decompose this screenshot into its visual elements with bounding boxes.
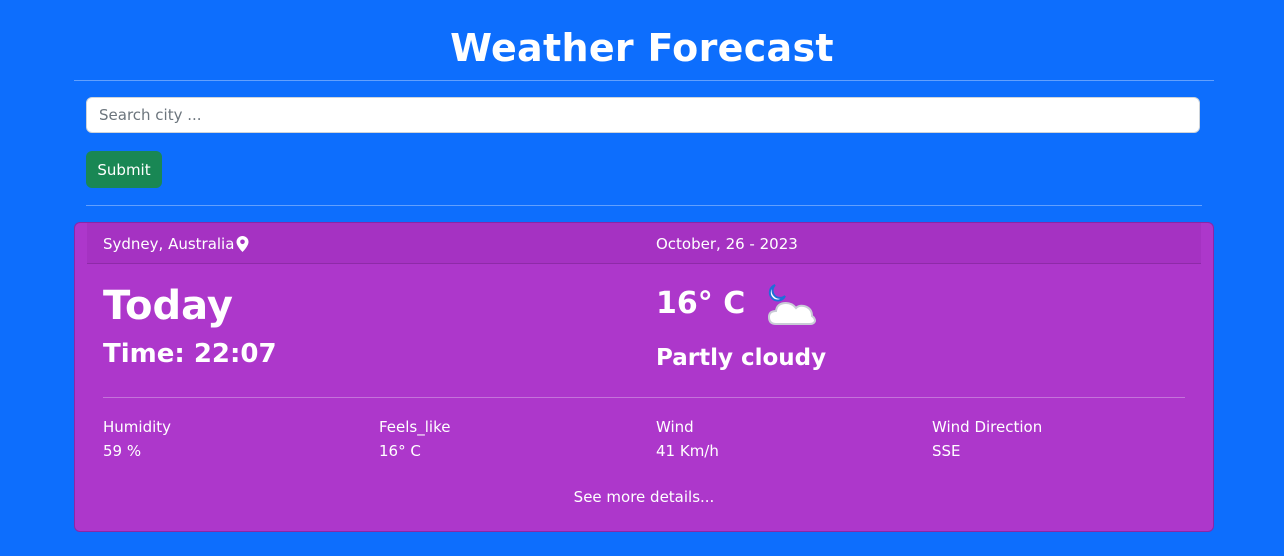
stat-wind: Wind 41 Km/h — [656, 418, 719, 460]
temperature: 16° C — [656, 286, 746, 321]
stat-label: Wind — [656, 418, 694, 436]
stat-value: 16° C — [379, 442, 421, 460]
card-header: Sydney, Australia October, 26 - 2023 — [87, 223, 1201, 264]
submit-button[interactable]: Submit — [86, 151, 162, 188]
stat-label: Wind Direction — [932, 418, 1043, 436]
condition: Partly cloudy — [656, 345, 827, 371]
card-divider — [103, 397, 1185, 398]
location: Sydney, Australia — [103, 235, 249, 253]
stat-value: 41 Km/h — [656, 442, 719, 460]
title-divider — [74, 80, 1214, 81]
stat-value: SSE — [932, 442, 961, 460]
forecast-date: October, 26 - 2023 — [656, 235, 798, 253]
map-pin-icon — [236, 236, 249, 252]
form-divider — [86, 205, 1202, 206]
stat-wind-direction: Wind Direction SSE — [932, 418, 1042, 460]
search-input[interactable] — [86, 97, 1200, 133]
stat-label: Feels_like — [379, 418, 451, 436]
current-time: Time: 22:07 — [103, 339, 277, 369]
see-more-details-link[interactable]: See more details... — [75, 488, 1213, 506]
day-label: Today — [103, 283, 233, 329]
weather-card: Sydney, Australia October, 26 - 2023 Tod… — [74, 222, 1214, 532]
stat-value: 59 % — [103, 442, 142, 460]
stat-label: Humidity — [103, 418, 172, 436]
page-title: Weather Forecast — [450, 26, 834, 70]
stat-humidity: Humidity 59 % — [103, 418, 171, 460]
location-text: Sydney, Australia — [103, 235, 235, 253]
partly-cloudy-night-icon — [767, 284, 817, 325]
stat-feels-like: Feels_like 16° C — [379, 418, 450, 460]
